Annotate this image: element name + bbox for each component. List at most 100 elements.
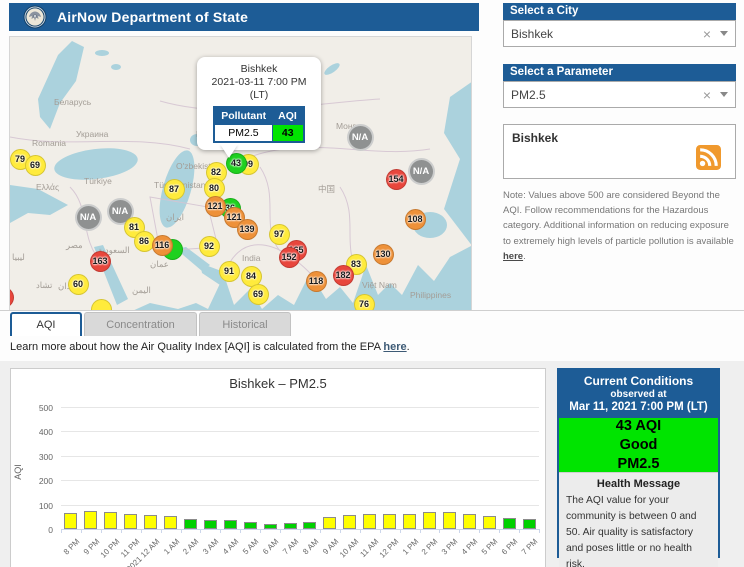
x-axis-tick (519, 529, 520, 533)
parameter-clear-icon[interactable]: × (703, 88, 711, 102)
popup-datetime: 2021-03-11 7:00 PM (201, 76, 317, 89)
current-aqi-category: Good (620, 437, 658, 453)
y-axis-tick-label: 500 (19, 403, 53, 413)
city-caret-icon[interactable] (720, 31, 728, 36)
x-axis-category-label: 5 PM (480, 537, 500, 557)
current-conditions-panel: Current Conditions observed at Mar 11, 2… (557, 368, 720, 558)
na-marker[interactable]: N/A (75, 204, 102, 231)
chart-gridline (61, 431, 539, 432)
x-axis-tick (459, 529, 460, 533)
chart-bar (224, 520, 237, 529)
note-here-link[interactable]: here (503, 251, 523, 262)
aqi-marker[interactable]: 108 (405, 209, 426, 230)
aqi-marker[interactable]: 97 (269, 224, 290, 245)
x-axis-tick (539, 529, 540, 533)
x-axis-tick (340, 529, 341, 533)
city-clear-icon[interactable]: × (703, 27, 711, 41)
x-axis-category-label: 7 AM (281, 537, 300, 556)
aqi-marker[interactable]: 163 (90, 251, 111, 272)
tab-aqi[interactable]: AQI (10, 312, 82, 336)
x-axis-tick (479, 529, 480, 533)
chart-bar (343, 515, 356, 529)
aqi-marker[interactable]: 87 (164, 179, 185, 200)
city-select[interactable]: Bishkek × (503, 20, 736, 47)
feed-textbox[interactable]: Bishkek (503, 124, 736, 179)
x-axis-tick (280, 529, 281, 533)
tab-historical[interactable]: Historical (199, 312, 291, 336)
x-axis-tick (161, 529, 162, 533)
map-label: تشاد (36, 280, 52, 291)
aqi-marker[interactable]: 69 (25, 155, 46, 176)
aqi-marker[interactable]: 152 (279, 247, 300, 268)
aqi-marker[interactable]: 130 (373, 244, 394, 265)
x-axis-category-label: 1 PM (400, 537, 420, 557)
chart-bar (463, 514, 476, 529)
current-aqi-value: 43 AQI (616, 418, 661, 434)
note-text: Note: Values above 500 are considered Be… (503, 190, 734, 247)
aqi-marker[interactable]: 154 (386, 169, 407, 190)
x-axis-category-label: 4 PM (460, 537, 480, 557)
x-axis-tick (439, 529, 440, 533)
learn-more-suffix: . (407, 341, 410, 353)
aqi-marker[interactable]: 121 (205, 196, 226, 217)
x-axis-tick (200, 529, 201, 533)
y-axis-tick-label: 100 (19, 501, 53, 511)
department-of-state-seal-icon (23, 5, 47, 29)
current-aqi-block: 43 AQI Good PM2.5 (559, 418, 718, 472)
aqi-marker[interactable]: 118 (306, 271, 327, 292)
na-marker[interactable]: N/A (408, 158, 435, 185)
parameter-select[interactable]: PM2.5 × (503, 81, 736, 108)
map-label: India (242, 253, 260, 263)
aqi-chart: Bishkek – PM2.5 AQI 01002003004005008 PM… (10, 368, 546, 567)
current-conditions-title: Current Conditions (561, 374, 716, 388)
aqi-note: Note: Values above 500 are considered Be… (503, 188, 736, 264)
chart-bar (124, 514, 137, 529)
x-axis-category-label: 8 PM (62, 537, 82, 557)
section-divider (0, 310, 744, 311)
observed-datetime: Mar 11, 2021 7:00 PM (LT) (561, 401, 716, 413)
aqi-marker[interactable]: 182 (333, 265, 354, 286)
aqi-marker[interactable]: 60 (68, 274, 89, 295)
x-axis-tick (240, 529, 241, 533)
x-axis-tick (181, 529, 182, 533)
aqi-marker[interactable]: 92 (199, 236, 220, 257)
aqi-marker[interactable]: 116 (152, 235, 173, 256)
map-label: Philippines (410, 290, 451, 300)
chart-bar (303, 522, 316, 529)
x-axis-category-label: 6 AM (261, 537, 280, 556)
x-axis-tick (121, 529, 122, 533)
popup-col-aqi: AQI (272, 107, 304, 125)
chart-bar (323, 517, 336, 529)
select-parameter-header: Select a Parameter (503, 64, 736, 81)
map-label: 中国 (318, 183, 335, 195)
map-label: Türkiye (84, 176, 112, 186)
chart-title: Bishkek – PM2.5 (11, 376, 545, 391)
tab-concentration[interactable]: Concentration (84, 312, 197, 336)
learn-more-here-link[interactable]: here (383, 341, 406, 353)
chart-bar (483, 516, 496, 529)
health-message-section: Health Message The AQI value for your co… (559, 472, 718, 567)
chart-bar (423, 512, 436, 529)
page-title: AirNow Department of State (57, 9, 248, 25)
x-axis-category-label: 5 AM (241, 537, 260, 556)
na-marker[interactable]: N/A (347, 124, 374, 151)
parameter-caret-icon[interactable] (720, 92, 728, 97)
aqi-marker[interactable]: 139 (237, 219, 258, 240)
current-pollutant: PM2.5 (618, 456, 660, 472)
aqi-marker[interactable]: 76 (354, 294, 375, 312)
y-axis-tick-label: 200 (19, 476, 53, 486)
chart-bar (84, 511, 97, 529)
map-label: عمان (150, 259, 169, 270)
chart-bar (403, 514, 416, 529)
map-label: اليمن (132, 285, 151, 296)
aqi-marker[interactable]: 86 (134, 231, 155, 252)
learn-more-text: Learn more about how the Air Quality Ind… (10, 341, 410, 353)
popup-city: Bishkek (201, 63, 317, 76)
aqi-marker[interactable]: 91 (219, 261, 240, 282)
chart-bar (164, 516, 177, 529)
map-canvas[interactable]: БеларусьУкраинаRomaniaΕλλάςTürkiyeҚазақс… (9, 36, 472, 311)
rss-icon[interactable] (696, 145, 721, 170)
aqi-marker[interactable]: 69 (248, 284, 269, 305)
chart-bar (383, 514, 396, 529)
x-axis-category-label: 10 PM (98, 537, 121, 560)
